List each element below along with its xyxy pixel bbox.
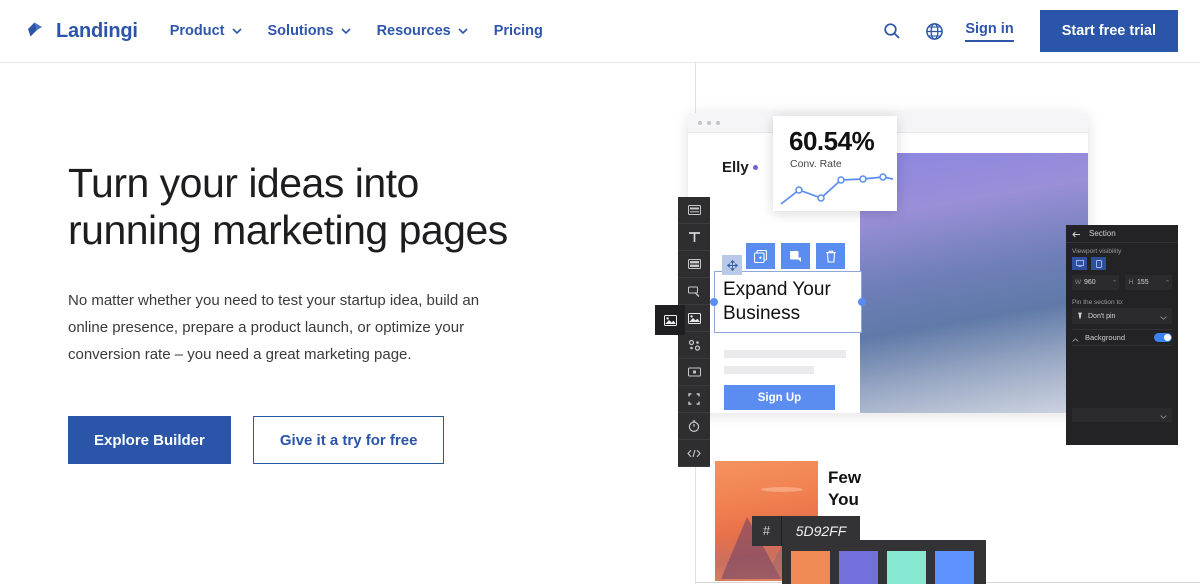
resize-handle-right[interactable] (858, 298, 866, 306)
background-toggle[interactable] (1154, 333, 1172, 342)
selected-text-content: Expand Your Business (723, 278, 861, 326)
panel-spacer (1066, 346, 1178, 408)
element-action-bar (746, 243, 845, 269)
window-dot-icon (698, 120, 702, 125)
chevron-down-icon (1160, 307, 1167, 325)
hex-color-value: 5D92FF (795, 523, 847, 539)
chevron-down-icon (1160, 406, 1167, 424)
background-label: Background (1085, 333, 1126, 342)
color-swatch-purple[interactable] (839, 550, 878, 584)
toolbar-item-text[interactable] (678, 224, 710, 251)
nav-label-product: Product (169, 23, 225, 39)
canvas-placeholder-bar (724, 366, 814, 374)
width-field[interactable]: W 960 ⌃ (1072, 275, 1119, 290)
color-swatch-orange[interactable] (791, 550, 830, 584)
height-field[interactable]: H 155 ⌃ (1125, 275, 1172, 290)
nav-item-resources[interactable]: Resources (377, 23, 468, 39)
pin-value: Don't pin (1088, 312, 1116, 320)
height-value: 155 (1137, 279, 1149, 286)
nav-item-product[interactable]: Product (170, 23, 242, 39)
selected-text-line1: Expand Your (723, 279, 831, 300)
canvas-signup-button[interactable]: Sign Up (724, 385, 835, 410)
chevron-up-icon (1072, 329, 1079, 347)
delete-icon[interactable] (816, 243, 845, 269)
conversion-rate-chart (780, 173, 894, 205)
desktop-icon[interactable] (1072, 257, 1087, 270)
move-icon[interactable] (722, 255, 742, 275)
canvas-site-name: Elly (722, 159, 749, 176)
pin-section-label: Pin the section to: (1072, 299, 1124, 306)
start-free-trial-button[interactable]: Start free trial (1039, 10, 1178, 52)
pin-icon (1077, 307, 1083, 325)
hex-hash-label: # (752, 516, 782, 546)
properties-header: Section (1066, 225, 1178, 243)
conversion-rate-card: 60.54% Conv. Rate (773, 116, 897, 211)
properties-title: Section (1089, 229, 1116, 238)
toolbar-item-widget[interactable] (678, 332, 710, 359)
toolbar-item-button[interactable] (678, 278, 710, 305)
chevron-down-icon (458, 28, 468, 34)
hero-illustration: Elly Sign Up Few You Expand Your Busines… (0, 63, 1200, 584)
landing-page: Landingi Product Solutions Resources Pri… (0, 0, 1200, 584)
landingi-diamond-logo-icon (26, 21, 47, 42)
nav-item-pricing[interactable]: Pricing (494, 23, 543, 39)
back-arrow-icon[interactable] (1072, 225, 1081, 243)
toolbar-item-frame[interactable] (678, 386, 710, 413)
color-swatch-blue[interactable] (935, 550, 974, 584)
size-row: W 960 ⌃ H 155 ⌃ (1066, 275, 1178, 294)
background-select[interactable] (1072, 408, 1172, 422)
mobile-icon[interactable] (1091, 257, 1106, 270)
toolbar-item-section[interactable] (678, 197, 710, 224)
toolbar-item-rows[interactable] (678, 251, 710, 278)
main-nav: Product Solutions Resources Pricing (170, 23, 543, 39)
duplicate-icon[interactable] (746, 243, 775, 269)
resize-handle-left[interactable] (710, 298, 718, 306)
pin-select[interactable]: Don't pin (1072, 308, 1172, 324)
window-dot-icon (716, 120, 720, 125)
width-value: 960 (1084, 279, 1096, 286)
header-actions: Sign in Start free trial (881, 10, 1178, 52)
nav-item-solutions[interactable]: Solutions (268, 23, 351, 39)
viewport-visibility-row (1066, 257, 1178, 275)
chevron-down-icon (231, 28, 242, 34)
globe-icon[interactable] (923, 20, 945, 42)
width-stepper[interactable]: ⌃ (1110, 279, 1119, 287)
conversion-rate-value: 60.54% (789, 126, 875, 156)
logo-dot-icon (752, 165, 758, 170)
window-dot-icon (707, 120, 711, 125)
search-icon[interactable] (881, 20, 903, 42)
properties-panel: Section Viewport visibility W 960 ⌃ H 15… (1066, 225, 1178, 445)
chevron-down-icon (341, 28, 351, 34)
panel-spacer (1066, 428, 1178, 445)
width-label: W (1074, 279, 1082, 286)
nav-label-resources: Resources (376, 23, 451, 39)
height-stepper[interactable]: ⌃ (1163, 279, 1172, 287)
brand-logo[interactable]: Landingi (26, 20, 138, 43)
nav-label-solutions: Solutions (267, 23, 334, 39)
cloud-shape-icon (761, 487, 803, 492)
toolbar-item-timer[interactable] (678, 413, 710, 440)
color-swatch-panel (782, 540, 986, 584)
toolbar-active-indicator[interactable] (655, 305, 685, 335)
height-label: H (1128, 279, 1134, 286)
site-header: Landingi Product Solutions Resources Pri… (0, 0, 1200, 63)
background-row[interactable]: Background (1072, 329, 1172, 346)
selected-text-line2: Business (723, 302, 801, 324)
canvas-placeholder-bar (724, 350, 846, 358)
hex-color-field[interactable]: # 5D92FF (752, 516, 860, 546)
canvas-site-logo: Elly (722, 159, 758, 176)
color-swatch-mint[interactable] (887, 550, 926, 584)
toolbar-item-video[interactable] (678, 359, 710, 386)
sign-in-link[interactable]: Sign in (965, 21, 1014, 42)
copy-icon[interactable] (781, 243, 810, 269)
nav-label-pricing: Pricing (493, 23, 543, 39)
selected-text-element[interactable]: Expand Your Business (714, 271, 862, 333)
toolbar-item-code[interactable] (678, 440, 710, 467)
viewport-visibility-label: Viewport visibility (1072, 248, 1122, 255)
brand-name: Landingi (56, 19, 138, 42)
